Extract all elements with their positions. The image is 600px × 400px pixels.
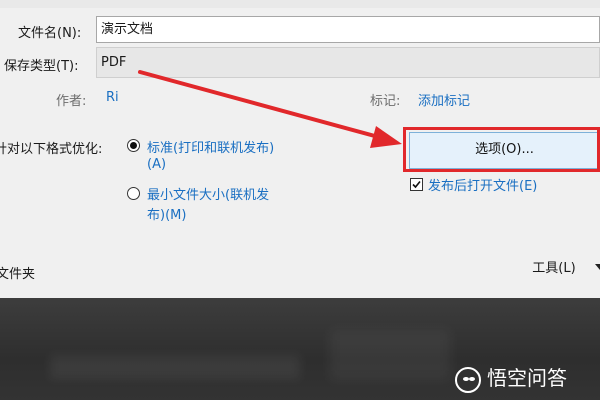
chat-bubble-icon bbox=[455, 366, 481, 393]
red-arrow-annotation bbox=[138, 70, 402, 148]
save-as-dialog: 文件名(N): 演示文档 保存类型(T): PDF 作者: Ri 标记: 添加标… bbox=[0, 0, 600, 298]
blurred-text bbox=[50, 355, 300, 379]
watermark-text: 悟空问答 bbox=[487, 366, 567, 390]
blurred-text bbox=[330, 330, 450, 380]
watermark: 悟空问答 bbox=[455, 364, 567, 393]
